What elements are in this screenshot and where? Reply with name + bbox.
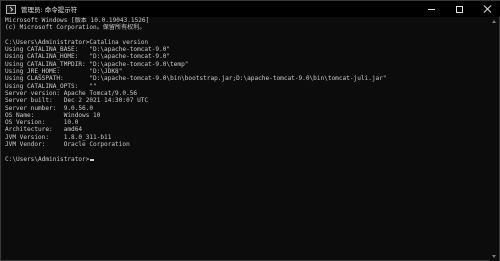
console-line: Using CATALINA_BASE: "D:\apache-tomcat-9… <box>5 46 491 53</box>
console-line-text: C:\Users\Administrator> <box>5 155 90 163</box>
close-button[interactable] <box>473 1 500 17</box>
vertical-scrollbar[interactable] <box>490 17 499 261</box>
maximize-button[interactable] <box>445 1 473 17</box>
scroll-down-icon[interactable] <box>492 255 496 258</box>
console-line: Using JRE_HOME: "D:\JDK8" <box>5 68 491 75</box>
console-line-text: Using CATALINA_TMPDIR: "D:\apache-tomcat… <box>5 60 189 68</box>
console-line-text: Server number: 9.0.56.0 <box>5 104 94 112</box>
console-line-text: C:\Users\Administrator>Catalina version <box>5 38 149 46</box>
console-line-text: Using CATALINA_BASE: "D:\apache-tomcat-9… <box>5 46 171 54</box>
minimize-icon <box>427 8 435 10</box>
console-line: OS Name: Windows 10 <box>5 112 491 119</box>
console-line-text: OS Version: 10.0 <box>5 119 79 127</box>
console-line-text: Using JRE_HOME: "D:\JDK8" <box>5 68 123 76</box>
console-line: C:\Users\Administrator> <box>5 156 491 163</box>
console-line-text: (c) Microsoft Corporation。保留所有权利。 <box>5 24 146 32</box>
console-line-text: Using CATALINA_OPTS: "" <box>5 82 97 90</box>
title-bar[interactable]: 管理员: 命令提示符 <box>1 1 500 17</box>
console-line-text: Server version: Apache Tomcat/9.0.56 <box>5 89 138 97</box>
console-line: Using CATALINA_OPTS: "" <box>5 83 491 90</box>
window-title: 管理员: 命令提示符 <box>21 6 78 14</box>
console-line: C:\Users\Administrator>Catalina version <box>5 39 491 46</box>
console-line: JVM Version: 1.8.0_311-b11 <box>5 134 491 141</box>
console-line: Using CLASSPATH: "D:\apache-tomcat-9.0\b… <box>5 75 491 82</box>
console-line: Using CATALINA_HOME: "D:\apache-tomcat-9… <box>5 53 491 60</box>
text-cursor <box>90 159 95 161</box>
scroll-up-icon[interactable] <box>492 20 496 23</box>
console-line: JVM Vendor: Oracle Corporation <box>5 141 491 148</box>
console-line-text: OS Name: Windows 10 <box>5 111 101 119</box>
console-line-text: JVM Version: 1.8.0_311-b11 <box>5 133 112 141</box>
console-line-text: Server built: Dec 2 2021 14:30:07 UTC <box>5 97 149 105</box>
console-line: (c) Microsoft Corporation。保留所有权利。 <box>5 24 491 31</box>
console-line: OS Version: 10.0 <box>5 119 491 126</box>
console-output[interactable]: Microsoft Windows [版本 10.0.19043.1526] (c… <box>5 17 491 260</box>
console-line: Using CATALINA_TMPDIR: "D:\apache-tomcat… <box>5 61 491 68</box>
console-line: Architecture: amd64 <box>5 126 491 133</box>
minimize-button[interactable] <box>417 1 445 17</box>
console-line: Server version: Apache Tomcat/9.0.56 <box>5 90 491 97</box>
close-icon <box>483 5 491 13</box>
command-prompt-window: 管理员: 命令提示符 Microsoft Windows [版本 10.0.19… <box>0 0 500 261</box>
console-line-text: Microsoft Windows [版本 10.0.19043.1526] <box>5 17 150 24</box>
console-line: Server built: Dec 2 2021 14:30:07 UTC <box>5 97 491 104</box>
console-line-text: Using CATALINA_HOME: "D:\apache-tomcat-9… <box>5 53 171 61</box>
console-line-text: Architecture: amd64 <box>5 126 83 134</box>
cmd-icon <box>6 4 16 14</box>
window-controls <box>417 1 500 17</box>
console-line: Server number: 9.0.56.0 <box>5 105 491 112</box>
console-line-text: Using CLASSPATH: "D:\apache-tomcat-9.0\b… <box>5 75 387 83</box>
maximize-icon <box>455 5 463 13</box>
console-line-text: JVM Vendor: Oracle Corporation <box>5 141 130 149</box>
